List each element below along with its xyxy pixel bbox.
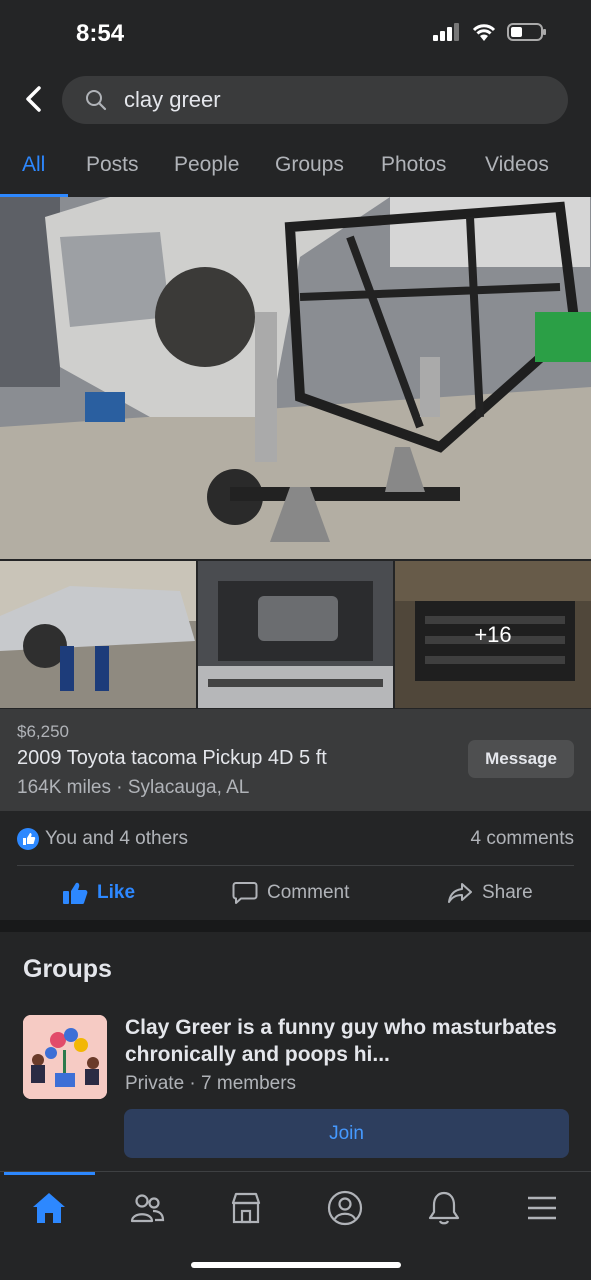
bottom-navigation (0, 1171, 591, 1280)
home-indicator (191, 1262, 401, 1268)
comment-icon (232, 882, 258, 904)
back-arrow-icon[interactable] (20, 84, 48, 114)
marketplace-icon[interactable] (226, 1188, 266, 1228)
tab-groups[interactable]: Groups (275, 134, 344, 196)
marketplace-listing-card[interactable]: $6,250 2009 Toyota tacoma Pickup 4D 5 ft… (0, 709, 591, 811)
home-icon[interactable] (29, 1188, 69, 1228)
like-button[interactable]: Like (62, 866, 135, 920)
group-name[interactable]: Clay Greer is a funny guy who masturbate… (125, 1014, 575, 1068)
listing-title: 2009 Toyota tacoma Pickup 4D 5 ft (17, 747, 327, 769)
comment-label: Comment (267, 882, 350, 903)
tab-people[interactable]: People (174, 134, 239, 196)
tab-all[interactable]: All (22, 134, 45, 196)
wifi-icon (472, 24, 496, 41)
search-icon (86, 90, 107, 111)
likes-text: You and 4 others (45, 828, 188, 849)
group-thumbnail[interactable] (23, 1015, 107, 1099)
notifications-bell-icon[interactable] (424, 1188, 464, 1228)
tab-videos[interactable]: Videos (485, 134, 549, 196)
listing-thumb-3[interactable]: +16 (395, 561, 591, 708)
search-row (0, 68, 591, 134)
listing-subtitle: 164K miles · Sylacauga, AL (17, 777, 250, 798)
search-input[interactable] (122, 86, 546, 114)
main-listing-photo[interactable] (0, 197, 591, 559)
listing-thumb-2[interactable] (198, 561, 393, 708)
reactions-summary[interactable]: You and 4 others 4 comments (0, 811, 591, 867)
share-button[interactable]: Share (447, 866, 533, 920)
like-badge-icon (17, 828, 39, 850)
group-meta: Private · 7 members (125, 1073, 297, 1094)
profile-icon[interactable] (325, 1188, 365, 1228)
share-icon (448, 883, 472, 903)
groups-heading: Groups (23, 955, 112, 983)
filter-tabs: All Posts People Groups Photos Videos (0, 134, 591, 196)
signal-icon (433, 23, 459, 41)
tab-photos[interactable]: Photos (381, 134, 446, 196)
share-label: Share (482, 882, 533, 903)
thumbs-up-icon (63, 882, 88, 904)
listing-price: $6,250 (17, 722, 69, 741)
comment-button[interactable]: Comment (232, 866, 349, 920)
listing-photos[interactable]: +16 (0, 197, 591, 709)
more-photos-count: +16 (395, 561, 591, 708)
friends-icon[interactable] (127, 1188, 167, 1228)
like-label: Like (97, 882, 136, 903)
message-button[interactable]: Message (468, 740, 574, 778)
active-nav-indicator (4, 1172, 95, 1175)
post-actions: Like Comment Share (0, 866, 591, 920)
section-separator (0, 920, 591, 932)
status-bar: 8:54 (0, 0, 591, 68)
menu-icon[interactable] (522, 1188, 562, 1228)
truck-frame-photo (0, 197, 591, 559)
battery-icon (507, 23, 546, 41)
tab-posts[interactable]: Posts (86, 134, 139, 196)
comments-count[interactable]: 4 comments (471, 828, 574, 850)
join-group-button[interactable]: Join (124, 1109, 569, 1158)
search-box[interactable] (62, 76, 568, 124)
status-time: 8:54 (76, 20, 125, 47)
status-icons (433, 22, 547, 42)
likes-summary[interactable]: You and 4 others (17, 828, 188, 850)
listing-thumb-1[interactable] (0, 561, 196, 708)
